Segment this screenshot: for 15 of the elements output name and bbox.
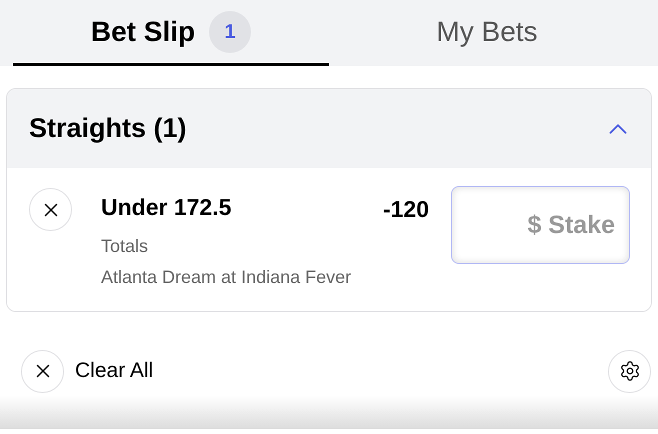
clear-all-icon-button[interactable]: [21, 350, 64, 392]
remove-button[interactable]: [29, 188, 72, 231]
tab[interactable]: My Bets: [329, 0, 645, 66]
clear-all-link[interactable]: Clear All: [75, 355, 154, 387]
settings-button[interactable]: [608, 350, 651, 392]
odds-label: -120: [382, 195, 429, 224]
tab[interactable]: Bet Slip 1: [13, 0, 329, 66]
section-title: Straights (1): [29, 112, 187, 146]
count-badge: 1: [209, 10, 252, 52]
market-label: Totals: [101, 234, 150, 258]
selection-label: Under 172.5: [101, 193, 232, 222]
gear-icon: [618, 360, 640, 382]
stake-field[interactable]: $ Stake: [451, 186, 630, 264]
section-header[interactable]: Straights (1): [7, 89, 651, 168]
event-label: Atlanta Dream at Indiana Fever: [101, 266, 352, 288]
